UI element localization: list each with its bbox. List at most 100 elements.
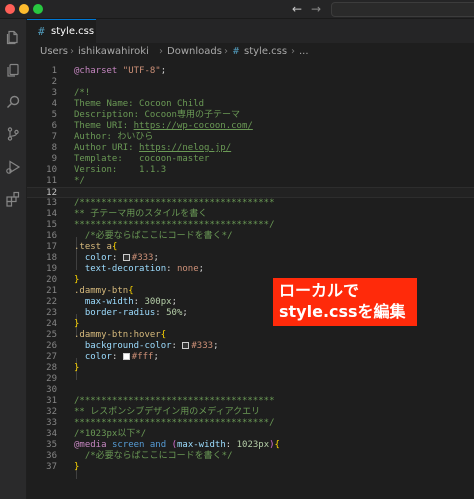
- code-line[interactable]: 17 .test a{: [27, 242, 474, 253]
- code-line[interactable]: 19 text-decoration: none;: [27, 264, 474, 275]
- back-arrow-icon[interactable]: ←: [292, 1, 302, 17]
- code-line[interactable]: 14 ** 子テーマ用のスタイルを書く: [27, 209, 474, 220]
- copy-icon[interactable]: [5, 62, 21, 78]
- code-token: ;: [213, 341, 219, 351]
- code-token: }: [74, 462, 80, 472]
- breadcrumb-item-more[interactable]: ...: [299, 46, 309, 57]
- line-code: Version: 1.1.3: [74, 165, 166, 176]
- code-token: :: [111, 253, 123, 263]
- code-line[interactable]: 36 /*必要ならばここにコードを書く*/: [27, 451, 474, 462]
- close-window-button[interactable]: [5, 4, 15, 14]
- code-token: Description: Cocoon専用の子テーマ: [74, 110, 240, 120]
- minimize-window-button[interactable]: [19, 4, 29, 14]
- line-code: /*!: [74, 88, 90, 99]
- line-number: 15: [46, 220, 57, 230]
- code-line[interactable]: 28}: [27, 363, 474, 374]
- line-number: 34: [46, 429, 57, 439]
- code-line[interactable]: 10 Version: 1.1.3: [27, 165, 474, 176]
- code-line[interactable]: 15 ************************************/: [27, 220, 474, 231]
- code-line[interactable]: 4 Theme Name: Cocoon Child: [27, 99, 474, 110]
- code-token: {: [111, 242, 118, 252]
- code-token: {: [274, 440, 280, 450]
- line-number: 10: [46, 165, 57, 175]
- line-code: }: [74, 363, 79, 374]
- code-token: /************************************: [74, 396, 275, 406]
- code-token: .dammy-btn:hover: [74, 330, 161, 340]
- command-center-search[interactable]: [331, 2, 474, 17]
- code-line[interactable]: 29: [27, 374, 474, 385]
- code-line[interactable]: 1 @charset "UTF-8";: [27, 66, 474, 77]
- code-token: max-width: [84, 297, 134, 307]
- code-token: .test a: [74, 242, 112, 252]
- search-icon[interactable]: [5, 94, 21, 110]
- code-line[interactable]: 9 Template: cocoon-master: [27, 154, 474, 165]
- run-debug-icon[interactable]: [5, 159, 21, 175]
- code-line[interactable]: 30: [27, 385, 474, 396]
- breadcrumb-item-downloads[interactable]: Downloads: [167, 46, 222, 57]
- extensions-icon[interactable]: [5, 191, 21, 207]
- code-line[interactable]: 11 */: [27, 176, 474, 187]
- code-line[interactable]: 35 @media screen and (max-width: 1023px){: [27, 440, 474, 451]
- code-token: text-decoration: [84, 264, 167, 274]
- color-swatch[interactable]: [122, 353, 130, 360]
- callout-line-1: ローカルで: [279, 281, 360, 300]
- code-line[interactable]: 18 color: #333;: [27, 253, 474, 264]
- line-number: 16: [46, 231, 57, 241]
- line-code: ************************************/: [74, 220, 274, 231]
- source-control-icon[interactable]: [5, 126, 21, 142]
- code-line[interactable]: 13 /************************************: [27, 198, 474, 209]
- annotation-callout: ローカルで style.cssを編集: [273, 278, 417, 326]
- code-token: ;: [153, 253, 159, 263]
- line-code: @charset "UTF-8";: [74, 66, 166, 77]
- breadcrumb-separator-icon: ›: [70, 46, 74, 57]
- line-number: 11: [46, 176, 57, 186]
- code-line[interactable]: 16 /*必要ならばここにコードを書く*/: [27, 231, 474, 242]
- line-number: 21: [46, 286, 57, 296]
- tab-style-css[interactable]: # style.css: [27, 19, 96, 43]
- code-token: }: [74, 275, 80, 285]
- code-line[interactable]: 32 ** レスポンシブデザイン用のメディアクエリ: [27, 407, 474, 418]
- code-line[interactable]: 34 /*1023px以下*/: [27, 429, 474, 440]
- line-number: 8: [51, 143, 57, 153]
- code-token: }: [74, 319, 80, 329]
- code-token: :: [133, 297, 145, 307]
- breadcrumb-item-user[interactable]: ishikawahiroki: [78, 46, 149, 57]
- code-token: :: [225, 440, 237, 450]
- code-line[interactable]: 37}: [27, 462, 474, 473]
- code-line[interactable]: 7 Author: わいひら: [27, 132, 474, 143]
- color-swatch[interactable]: [182, 342, 190, 349]
- line-code: color: #fff;: [74, 352, 159, 363]
- code-line[interactable]: 8 Author URI: https://nelog.jp/: [27, 143, 474, 154]
- code-token: #333: [131, 253, 154, 263]
- color-swatch[interactable]: [122, 254, 130, 261]
- code-line[interactable]: 27 color: #fff;: [27, 352, 474, 363]
- code-token: background-color: [84, 341, 172, 351]
- code-token: color: [84, 352, 112, 362]
- code-line[interactable]: 31 /************************************: [27, 396, 474, 407]
- code-line[interactable]: 2: [27, 77, 474, 88]
- code-line[interactable]: 6 Theme URI: https://wp-cocoon.com/: [27, 121, 474, 132]
- code-token: ;: [198, 264, 205, 274]
- line-code: border-radius: 50%;: [74, 308, 188, 319]
- code-line[interactable]: 33 ************************************/: [27, 418, 474, 429]
- code-line[interactable]: 3 /*!: [27, 88, 474, 99]
- breadcrumb-item-users[interactable]: Users: [40, 46, 68, 57]
- code-token: and: [149, 440, 167, 450]
- zoom-window-button[interactable]: [33, 4, 43, 14]
- line-code: @media screen and (max-width: 1023px){: [74, 440, 280, 451]
- explorer-icon[interactable]: [5, 29, 21, 45]
- code-token: https://wp-cocoon.com/: [133, 121, 253, 131]
- code-token: none: [176, 264, 199, 274]
- code-token: #fff: [131, 352, 154, 362]
- forward-arrow-icon[interactable]: →: [311, 1, 321, 17]
- code-line[interactable]: 26 background-color: #333;: [27, 341, 474, 352]
- breadcrumb-item-file[interactable]: style.css: [244, 46, 287, 57]
- code-line[interactable]: 5 Description: Cocoon専用の子テーマ: [27, 110, 474, 121]
- line-number: 13: [46, 198, 57, 208]
- line-code: Theme URI: https://wp-cocoon.com/: [74, 121, 253, 132]
- code-line[interactable]: 25 .dammy-btn:hover{: [27, 330, 474, 341]
- line-code: /************************************: [74, 396, 274, 407]
- code-line[interactable]: 12: [27, 187, 474, 198]
